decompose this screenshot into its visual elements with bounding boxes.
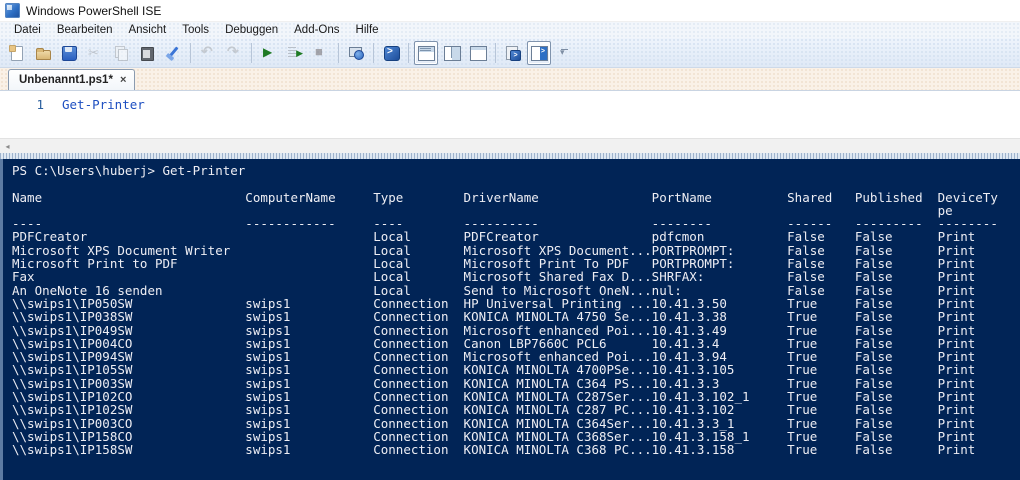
run-selection-icon — [287, 45, 303, 61]
tab-label: Unbenannt1.ps1* — [19, 74, 113, 86]
cut-icon — [87, 45, 103, 61]
undo-icon — [200, 43, 216, 61]
toolbar-overflow-icon — [560, 45, 570, 61]
copy-button[interactable] — [109, 41, 133, 65]
open-script-button[interactable] — [31, 41, 55, 65]
show-script-pane-maximized-button[interactable] — [466, 41, 490, 65]
run-script-icon — [261, 45, 277, 61]
menu-item-hilfe[interactable]: Hilfe — [348, 22, 387, 38]
line-number: 1 — [36, 97, 44, 112]
console-row: Microsoft Print to PDF Local Microsoft P… — [12, 256, 976, 272]
show-script-pane-right-button[interactable] — [440, 41, 464, 65]
redo-button[interactable] — [222, 41, 246, 65]
console-row: Fax Local Microsoft Shared Fax D...SHRFA… — [12, 269, 976, 285]
console-row: \\swips1\IP102SW swips1 Connection KONIC… — [12, 402, 976, 418]
copy-icon — [113, 45, 129, 61]
editor-line: 1 Get-Printer — [0, 91, 1020, 112]
script-pane-max-icon — [470, 45, 487, 61]
save-button[interactable] — [57, 41, 81, 65]
console-pane[interactable]: PS C:\Users\huberj> Get-Printer Name Com… — [0, 159, 1020, 480]
app-icon — [5, 3, 20, 18]
redo-icon — [226, 43, 242, 61]
new-script-button[interactable] — [5, 41, 29, 65]
menu-item-tools[interactable]: Tools — [174, 22, 217, 38]
menu-item-ansicht[interactable]: Ansicht — [120, 22, 174, 38]
console-row: \\swips1\IP038SW swips1 Connection KONIC… — [12, 309, 976, 325]
toolbar-separator — [495, 42, 496, 63]
title-bar: Windows PowerShell ISE — [0, 0, 1020, 22]
toolbar-separator — [373, 42, 374, 63]
console-row: \\swips1\IP050SW swips1 Connection HP Un… — [12, 295, 976, 311]
console-row: Microsoft XPS Document Writer Local Micr… — [12, 242, 976, 258]
tab-close-icon[interactable]: × — [120, 74, 126, 86]
stop-button[interactable] — [309, 41, 333, 65]
console-row: \\swips1\IP003CO swips1 Connection KONIC… — [12, 415, 976, 431]
console-row: \\swips1\IP105SW swips1 Connection KONIC… — [12, 362, 976, 378]
console-row: An OneNote 16 senden Local Send to Micro… — [12, 282, 976, 298]
console-header-wrap-line: pe — [12, 202, 953, 218]
undo-button[interactable] — [196, 41, 220, 65]
console-prompt-line: PS C:\Users\huberj> Get-Printer — [12, 163, 246, 178]
open-script-icon — [35, 45, 51, 61]
start-powershell-button[interactable] — [379, 41, 403, 65]
editor-horizontal-scrollbar[interactable]: ◂ — [0, 138, 1020, 153]
console-row: \\swips1\IP004CO swips1 Connection Canon… — [12, 335, 976, 351]
powershell-tab-button[interactable] — [501, 41, 525, 65]
new-remote-tab-icon — [348, 45, 364, 61]
cut-button[interactable] — [83, 41, 107, 65]
scroll-left-arrow-icon[interactable]: ◂ — [0, 139, 15, 154]
toolbar — [0, 38, 1020, 68]
console-underline-line: ---- ------------ ---- ---------- ------… — [12, 216, 998, 232]
clear-console-icon — [165, 45, 181, 61]
command-addon-icon — [531, 45, 548, 61]
new-script-icon — [9, 44, 25, 61]
powershell-icon — [383, 45, 400, 61]
powershell-tab-icon — [505, 45, 521, 61]
menu-item-add-ons[interactable]: Add-Ons — [286, 22, 347, 38]
console-row: \\swips1\IP049SW swips1 Connection Micro… — [12, 322, 976, 338]
console-header-line: Name ComputerName Type DriverName PortNa… — [12, 189, 998, 205]
script-editor[interactable]: 1 Get-Printer — [0, 90, 1020, 138]
show-command-addon-button[interactable] — [527, 40, 551, 65]
console-row: \\swips1\IP094SW swips1 Connection Micro… — [12, 349, 976, 365]
run-script-button[interactable] — [257, 41, 281, 65]
script-pane-right-icon — [444, 45, 461, 61]
run-selection-button[interactable] — [283, 41, 307, 65]
clear-console-button[interactable] — [161, 41, 185, 65]
script-tab[interactable]: Unbenannt1.ps1* × — [8, 69, 136, 90]
console-row: \\swips1\IP158SW swips1 Connection KONIC… — [12, 442, 976, 458]
paste-icon — [139, 45, 155, 61]
menu-item-debuggen[interactable]: Debuggen — [217, 22, 286, 38]
window-title: Windows PowerShell ISE — [26, 3, 162, 18]
console-row: \\swips1\IP102CO swips1 Connection KONIC… — [12, 389, 976, 405]
console-row: PDFCreator Local PDFCreator pdfcmon Fals… — [12, 229, 976, 245]
show-script-pane-top-button[interactable] — [414, 40, 438, 65]
code-text: Get-Printer — [62, 97, 145, 112]
menu-bar: Datei Bearbeiten Ansicht Tools Debuggen Add-O… — [0, 22, 1020, 38]
paste-button[interactable] — [135, 41, 159, 65]
stop-icon — [313, 44, 329, 61]
save-icon — [61, 45, 77, 61]
new-remote-powershell-tab-button[interactable] — [344, 41, 368, 65]
toolbar-separator — [408, 42, 409, 63]
toolbar-overflow-button[interactable] — [553, 41, 577, 65]
toolbar-separator — [190, 42, 191, 63]
tab-bar: Unbenannt1.ps1* × — [0, 68, 1020, 90]
toolbar-separator — [338, 42, 339, 63]
console-row: \\swips1\IP158CO swips1 Connection KONIC… — [12, 428, 976, 444]
console-row: \\swips1\IP003SW swips1 Connection KONIC… — [12, 375, 976, 391]
script-pane-top-icon — [418, 45, 435, 61]
toolbar-separator — [251, 42, 252, 63]
menu-item-datei[interactable]: Datei — [6, 22, 49, 38]
menu-item-bearbeiten[interactable]: Bearbeiten — [49, 22, 121, 38]
